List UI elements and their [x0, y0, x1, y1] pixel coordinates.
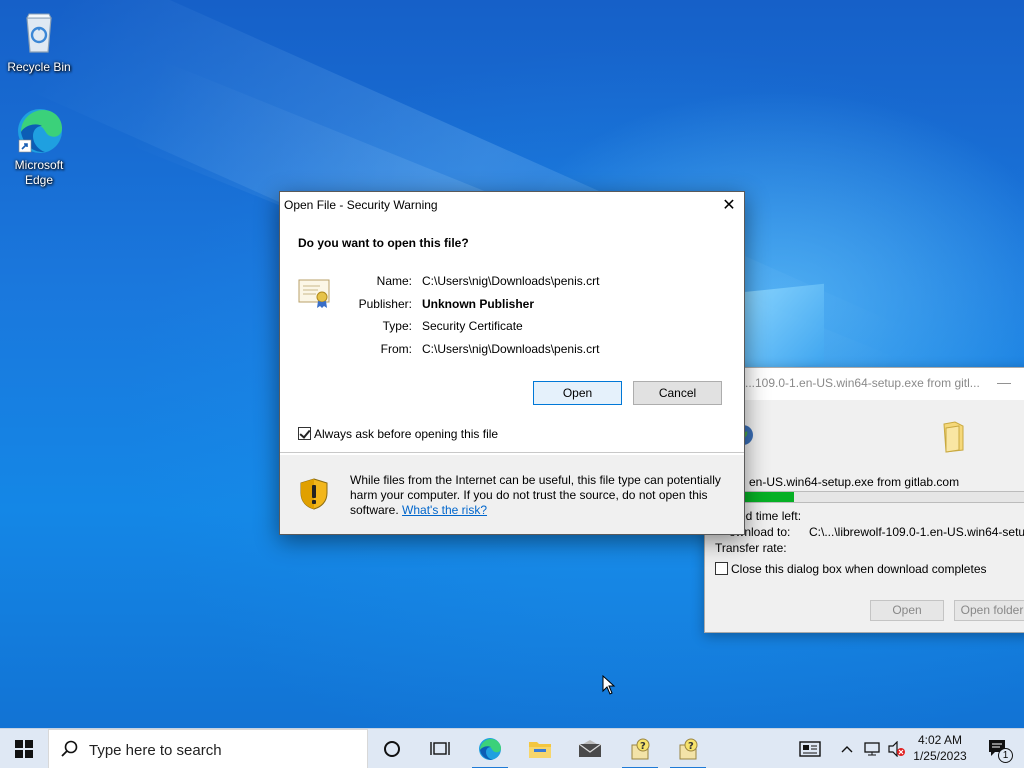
task-view-button[interactable]	[420, 729, 460, 768]
transfer-rate-label: Transfer rate:	[715, 541, 787, 555]
clock-time: 4:02 AM	[917, 733, 963, 747]
taskbar-app-2[interactable]: ?	[666, 729, 710, 768]
download-dialog[interactable]: ...109.0-1.en-US.win64-setup.exe from gi…	[704, 367, 1024, 633]
desktop-icon-label: Recycle Bin	[7, 60, 71, 74]
edge-icon	[479, 738, 501, 760]
whats-the-risk-link[interactable]: What's the risk?	[402, 503, 487, 517]
task-view-icon	[430, 742, 450, 755]
taskbar-app-1[interactable]: ?	[618, 729, 662, 768]
taskbar-clock[interactable]: 4:02 AM 1/25/2023	[908, 732, 972, 764]
network-button[interactable]	[860, 729, 884, 768]
start-button[interactable]	[0, 729, 48, 768]
notification-badge: 1	[998, 748, 1013, 763]
svg-text:?: ?	[640, 741, 646, 752]
windows-icon	[15, 740, 33, 758]
taskbar-edge[interactable]	[468, 729, 512, 768]
help-scroll-icon: ?	[631, 738, 650, 760]
download-open-button[interactable]: Open	[870, 600, 944, 621]
taskbar-mail[interactable]	[568, 729, 612, 768]
taskbar: Type here to search ? ? 4:02 AM 1/25/202…	[0, 728, 1024, 768]
from-value: C:\Users\nig\Downloads\penis.crt	[422, 342, 600, 356]
volume-muted-icon	[888, 741, 905, 757]
minimize-button[interactable]: —	[997, 374, 1011, 390]
download-progress-bar	[705, 491, 1024, 503]
close-button[interactable]: ✕	[714, 192, 744, 219]
cortana-button[interactable]	[372, 729, 412, 768]
show-hidden-icons-button[interactable]	[836, 729, 858, 768]
folder-icon	[941, 420, 967, 457]
close-on-complete-row[interactable]: Close this dialog box when download comp…	[715, 562, 987, 576]
cortana-icon	[384, 741, 400, 757]
download-to-value: C:\...\librewolf-109.0-1.en-US.win64-set…	[809, 525, 1024, 539]
open-button[interactable]: Open	[533, 381, 622, 405]
type-label: Type:	[382, 319, 412, 333]
dialog-title: Open File - Security Warning	[284, 198, 438, 212]
desktop-icon-recycle-bin[interactable]: Recycle Bin	[1, 8, 77, 75]
desktop: Recycle Bin Microsoft Edge ...109.0-1.en…	[0, 0, 1024, 728]
download-dialog-titlebar[interactable]: ...109.0-1.en-US.win64-setup.exe from gi…	[705, 368, 1024, 400]
recycle-bin-icon	[15, 8, 63, 56]
name-value: C:\Users\nig\Downloads\penis.crt	[422, 274, 600, 288]
news-widget-button[interactable]	[792, 729, 828, 768]
clock-date: 1/25/2023	[913, 749, 967, 763]
name-label: Name:	[376, 274, 412, 288]
always-ask-row[interactable]: Always ask before opening this file	[298, 427, 498, 441]
action-center-button[interactable]: 1	[978, 729, 1018, 768]
search-icon	[61, 740, 78, 757]
publisher-value: Unknown Publisher	[422, 297, 535, 311]
mouse-cursor	[602, 674, 616, 695]
edge-icon	[15, 106, 63, 154]
divider	[280, 452, 744, 453]
security-warning-dialog[interactable]: Open File - Security Warning ✕ Do you wa…	[279, 191, 745, 535]
help-scroll-icon: ?	[679, 738, 698, 760]
from-label: From:	[380, 342, 412, 356]
news-icon	[799, 741, 821, 757]
desktop-icon-edge[interactable]: Microsoft Edge	[1, 106, 77, 188]
chevron-up-icon	[841, 746, 853, 753]
mail-icon	[578, 740, 602, 757]
always-ask-label: Always ask before opening this file	[314, 427, 499, 441]
cancel-button[interactable]: Cancel	[633, 381, 722, 405]
warning-message: While files from the Internet can be use…	[350, 473, 735, 518]
download-dialog-title: ...109.0-1.en-US.win64-setup.exe from gi…	[745, 376, 980, 390]
search-placeholder: Type here to search	[89, 742, 222, 759]
dialog-question: Do you want to open this file?	[298, 236, 469, 250]
desktop-icon-label: Microsoft Edge	[14, 158, 64, 187]
publisher-label: Publisher:	[358, 297, 412, 311]
svg-text:?: ?	[688, 741, 694, 752]
volume-button[interactable]	[884, 729, 908, 768]
download-source: en-US.win64-setup.exe from gitlab.com	[749, 475, 960, 489]
dialog-body: Do you want to open this file? Name: C:\…	[280, 219, 744, 455]
open-folder-button[interactable]: Open folder	[954, 600, 1024, 621]
dialog-titlebar[interactable]: Open File - Security Warning ✕	[280, 192, 744, 219]
wallpaper-logo	[742, 283, 824, 373]
folder-icon	[529, 742, 551, 758]
taskbar-file-explorer[interactable]	[518, 729, 562, 768]
network-icon	[864, 742, 880, 756]
shield-warning-icon	[300, 478, 328, 510]
type-value: Security Certificate	[422, 319, 523, 333]
close-on-complete-label: Close this dialog box when download comp…	[731, 562, 987, 576]
close-on-complete-checkbox[interactable]	[715, 562, 728, 575]
always-ask-checkbox[interactable]	[298, 427, 311, 440]
taskbar-search[interactable]: Type here to search	[48, 729, 368, 768]
